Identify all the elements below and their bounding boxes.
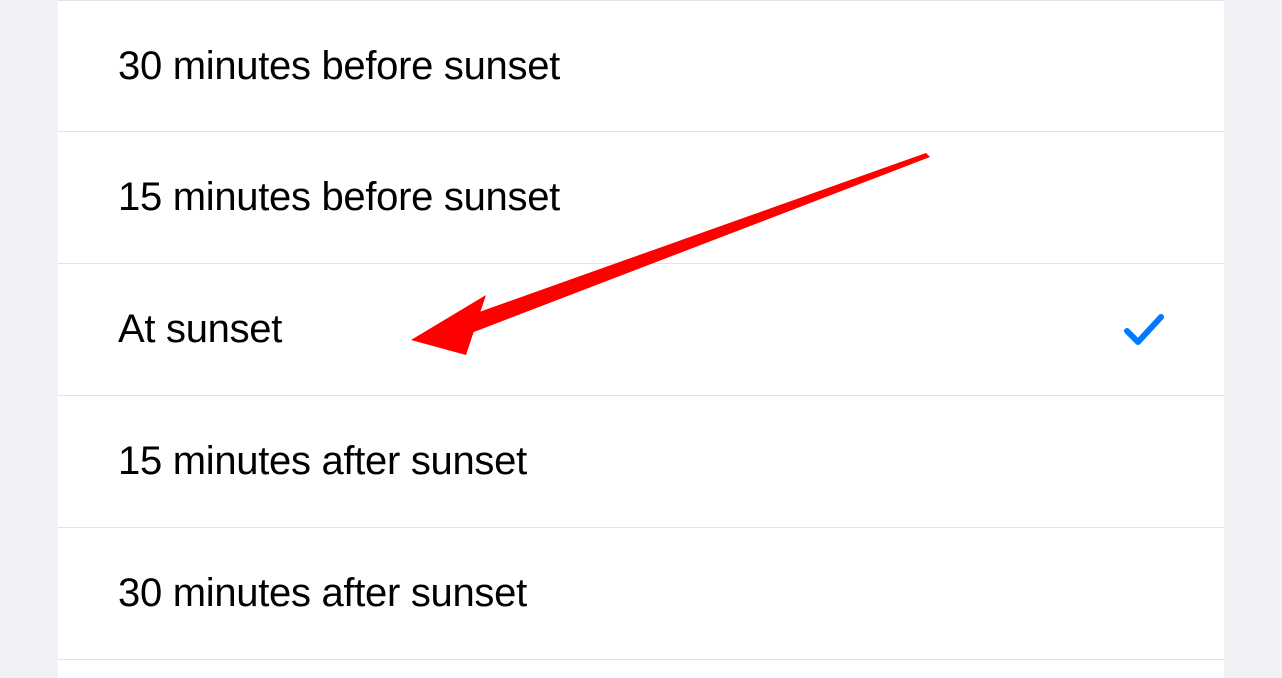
option-30-min-after-sunset[interactable]: 30 minutes after sunset (58, 528, 1224, 660)
option-label: 15 minutes before sunset (118, 175, 560, 220)
option-label: At sunset (118, 307, 282, 352)
sunset-options-list: 30 minutes before sunset 15 minutes befo… (58, 0, 1224, 660)
settings-panel: 30 minutes before sunset 15 minutes befo… (58, 0, 1224, 678)
option-15-min-before-sunset[interactable]: 15 minutes before sunset (58, 132, 1224, 264)
option-label: 30 minutes after sunset (118, 571, 527, 616)
checkmark-icon (1124, 310, 1164, 350)
option-30-min-before-sunset[interactable]: 30 minutes before sunset (58, 0, 1224, 132)
option-at-sunset[interactable]: At sunset (58, 264, 1224, 396)
option-label: 30 minutes before sunset (118, 44, 560, 89)
option-15-min-after-sunset[interactable]: 15 minutes after sunset (58, 396, 1224, 528)
option-label: 15 minutes after sunset (118, 439, 527, 484)
